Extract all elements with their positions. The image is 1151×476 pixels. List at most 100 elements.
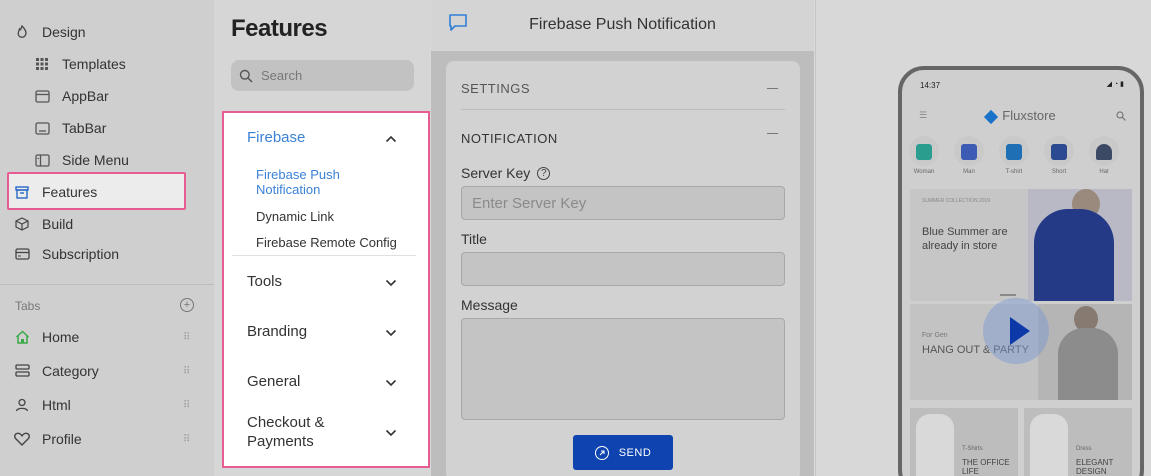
group-divider (232, 255, 416, 256)
drag-handle-icon[interactable]: ⠿ (183, 332, 190, 343)
message-label: Message (461, 297, 518, 313)
settings-panel: Firebase Push Notification SETTINGS NOTI… (431, 0, 814, 476)
group-label: General (247, 373, 301, 390)
group-checkout-payments[interactable]: Checkout & Payments (247, 413, 397, 451)
product-banners: T-Shirts THE OFFICE LIFE Dress ELEGANT D… (910, 408, 1132, 476)
settings-section-label: SETTINGS (461, 81, 531, 96)
category-name: T-shirt (1005, 169, 1023, 175)
carousel-indicator (1000, 294, 1016, 296)
category-item: Man (952, 136, 986, 175)
drag-handle-icon[interactable]: ⠿ (183, 400, 190, 411)
phone-preview[interactable]: 14:37 ◢ ◔ ▮ ☰ Fluxstore Woman Man T-shir… (898, 66, 1144, 476)
sidebar-item-build[interactable]: Build (14, 210, 73, 238)
panel-header: Firebase Push Notification (431, 0, 814, 51)
sidebar: Design Templates AppBar TabBar Side Menu… (0, 0, 214, 476)
add-tab-button[interactable]: + (180, 298, 194, 312)
chevron-up-icon (385, 132, 397, 144)
chevron-down-icon (385, 376, 397, 388)
sidebar-item-label: AppBar (62, 88, 109, 104)
group-label: Firebase (247, 129, 306, 146)
feature-link-remote-config[interactable]: Firebase Remote Config (256, 235, 406, 250)
group-tools[interactable]: Tools (247, 273, 397, 290)
palette-icon (14, 24, 30, 40)
tab-item-label: Profile (42, 431, 82, 447)
home-icon (14, 329, 30, 345)
sidebar-item-subscription[interactable]: Subscription (14, 240, 119, 268)
search-box[interactable] (231, 60, 414, 91)
play-icon[interactable] (983, 298, 1049, 364)
title-label: Title (461, 231, 487, 247)
app-preview-area: 14:37 ◢ ◔ ▮ ☰ Fluxstore Woman Man T-shir… (815, 0, 1151, 476)
sidebar-item-appbar[interactable]: AppBar (34, 82, 109, 110)
archive-icon (14, 184, 30, 200)
app-brand: Fluxstore (902, 108, 1140, 124)
cube-icon (14, 216, 30, 232)
status-time: 14:37 (920, 81, 941, 90)
banner-tag: SUMMER COLLECTION 2019 (922, 198, 991, 204)
banner-text: THE OFFICE LIFE (962, 458, 1010, 476)
sidebar-item-label: Subscription (42, 246, 120, 262)
group-firebase[interactable]: Firebase (247, 129, 397, 146)
category-item: Woman (907, 136, 941, 175)
chevron-down-icon (385, 426, 397, 438)
search-icon (1116, 108, 1126, 121)
server-key-input[interactable] (461, 186, 785, 220)
banner-tag: T-Shirts (962, 446, 983, 452)
category-item: T-shirt (997, 136, 1031, 175)
banner-tag: Dress (1076, 446, 1092, 452)
sidebar-item-tabbar[interactable]: TabBar (34, 114, 106, 142)
server-key-label-text: Server Key (461, 165, 531, 181)
title-input[interactable] (461, 252, 785, 286)
sidebar-item-design[interactable]: Design (14, 18, 86, 46)
product-banner: T-Shirts THE OFFICE LIFE (910, 408, 1018, 476)
sidebar-item-label: Templates (62, 56, 126, 72)
feature-link-firebase-push[interactable]: Firebase Push Notification (256, 167, 406, 197)
group-branding[interactable]: Branding (247, 323, 397, 340)
feature-link-dynamic-link[interactable]: Dynamic Link (256, 209, 406, 224)
features-panel: Features Firebase Firebase Push Notifica… (214, 0, 430, 476)
tab-item-category[interactable]: Category (14, 357, 99, 385)
sidebar-item-label: Features (42, 184, 98, 200)
heart-icon (14, 431, 30, 447)
group-general[interactable]: General (247, 373, 397, 390)
tab-item-label: Category (42, 363, 99, 379)
tab-item-html[interactable]: Html (14, 391, 71, 419)
tab-item-profile[interactable]: Profile (14, 425, 82, 453)
send-label: SEND (618, 446, 652, 459)
group-label: Branding (247, 323, 308, 340)
help-icon[interactable]: ? (537, 166, 551, 180)
person-icon (14, 397, 30, 413)
collapse-notification-button[interactable] (767, 133, 778, 134)
tab-item-home[interactable]: Home (14, 323, 79, 351)
tabs-section-label: Tabs (15, 299, 41, 313)
card-icon (14, 246, 30, 262)
drag-handle-icon[interactable]: ⠿ (183, 434, 190, 445)
category-name: Man (963, 169, 975, 175)
tabbar-icon (34, 120, 50, 136)
group-label: Tools (247, 273, 283, 290)
sidebar-item-label: TabBar (62, 120, 107, 136)
sidebar-item-features[interactable]: Features (14, 178, 97, 206)
promo-banner: SUMMER COLLECTION 2019 Blue Summer are a… (910, 189, 1132, 301)
category-item: Hat (1087, 136, 1121, 175)
category-item: Short (1042, 136, 1076, 175)
sidebar-divider (0, 284, 214, 285)
group-label: Checkout & Payments (247, 414, 325, 450)
send-button[interactable]: SEND (573, 435, 673, 470)
message-input[interactable] (461, 318, 785, 420)
section-divider (461, 109, 785, 110)
banner-image (1038, 304, 1132, 400)
sidebar-item-side-menu[interactable]: Side Menu (34, 146, 129, 174)
sidebar-item-label: Side Menu (62, 152, 129, 168)
sidebar-item-label: Design (42, 24, 86, 40)
banner-tag: For Gen (922, 332, 948, 339)
collapse-settings-button[interactable] (767, 88, 778, 89)
banner-image (1028, 189, 1132, 301)
brand-logo-icon (984, 109, 999, 124)
banner-text: ELEGANT DESIGN (1076, 458, 1114, 476)
sidebar-item-templates[interactable]: Templates (34, 50, 126, 78)
features-list: Firebase Firebase Push Notification Dyna… (222, 111, 430, 468)
tab-item-label: Home (42, 329, 80, 345)
drag-handle-icon[interactable]: ⠿ (183, 366, 190, 377)
search-input[interactable] (261, 68, 401, 83)
